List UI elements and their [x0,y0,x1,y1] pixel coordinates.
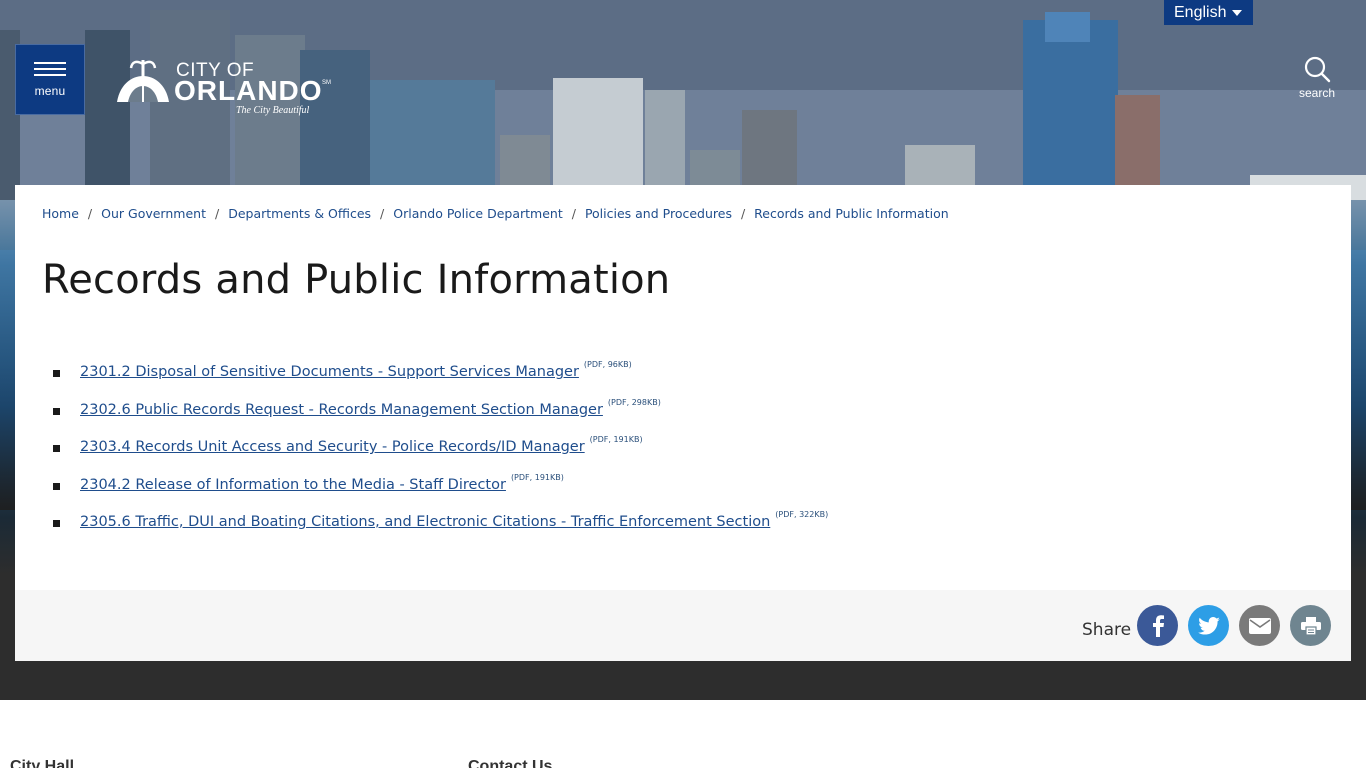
list-item: 2303.4 Records Unit Access and Security … [53,435,828,477]
document-link[interactable]: 2303.4 Records Unit Access and Security … [80,439,585,455]
file-meta: (PDF, 191KB) [510,472,564,482]
breadcrumb-our-government[interactable]: Our Government [101,206,206,221]
share-bar: Share [15,590,1351,661]
footer: City Hall Contact Us [0,700,1366,768]
facebook-share-button[interactable] [1137,605,1178,646]
list-item: 2302.6 Public Records Request - Records … [53,398,828,440]
bullet-icon [53,370,60,377]
print-icon [1300,616,1321,635]
bullet-icon [53,520,60,527]
search-icon [1304,56,1331,83]
facebook-icon [1152,614,1164,637]
breadcrumb-separator: / [214,206,220,221]
bullet-icon [53,482,60,490]
page-title: Records and Public Information [42,257,671,303]
content-card: Home / Our Government / Departments & Office… [15,185,1351,661]
search-label: search [1298,86,1336,100]
email-icon [1248,617,1271,634]
twitter-share-button[interactable] [1188,605,1229,646]
footer-contact-heading: Contact Us [468,758,553,768]
share-label: Share [1082,620,1132,640]
logo-tagline: The City Beautiful [236,105,310,116]
list-item: 2304.2 Release of Information to the Med… [53,473,828,515]
menu-label: menu [34,83,66,98]
search-button[interactable]: search [1292,56,1342,106]
document-list: 2301.2 Disposal of Sensitive Documents -… [53,360,828,552]
file-meta: (PDF, 298KB) [607,397,661,407]
footer-city-hall-heading: City Hall [10,758,75,768]
document-link[interactable]: 2305.6 Traffic, DUI and Boating Citation… [80,514,770,530]
bullet-icon [53,445,60,452]
language-select[interactable]: English [1164,0,1253,25]
document-link[interactable]: 2301.2 Disposal of Sensitive Documents -… [80,364,579,380]
breadcrumb-home[interactable]: Home [42,206,79,221]
breadcrumb-separator: / [571,206,576,221]
breadcrumb-separator: / [380,206,385,221]
city-logo[interactable]: CITY OF ORLANDO SM The City Beautiful [114,56,344,118]
hamburger-icon [34,61,66,76]
list-item: 2301.2 Disposal of Sensitive Documents -… [53,360,828,402]
breadcrumb-policies[interactable]: Policies and Procedures [585,206,732,221]
language-label: English [1174,3,1227,21]
breadcrumb-police-department[interactable]: Orlando Police Department [393,206,562,221]
breadcrumb-departments[interactable]: Departments & Offices [228,206,371,221]
service-mark: SM [322,80,331,86]
menu-button[interactable]: menu [15,44,85,115]
bullet-icon [53,407,60,415]
breadcrumb-separator: / [740,206,746,221]
caret-down-icon [1232,10,1242,16]
twitter-icon [1197,616,1220,635]
list-item: 2305.6 Traffic, DUI and Boating Citation… [53,510,828,552]
fountain-icon [117,60,169,102]
document-link[interactable]: 2304.2 Release of Information to the Med… [80,477,506,493]
breadcrumb-separator: / [87,206,93,221]
file-meta: (PDF, 191KB) [589,435,643,444]
file-meta: (PDF, 96KB) [583,360,632,369]
breadcrumb: Home / Our Government / Departments & Office… [42,206,949,221]
document-link[interactable]: 2302.6 Public Records Request - Records … [80,402,603,418]
breadcrumb-current[interactable]: Records and Public Information [754,206,949,221]
email-share-button[interactable] [1239,605,1280,646]
logo-line2: ORLANDO [174,75,323,106]
file-meta: (PDF, 322KB) [775,510,829,519]
print-button[interactable] [1290,605,1331,646]
